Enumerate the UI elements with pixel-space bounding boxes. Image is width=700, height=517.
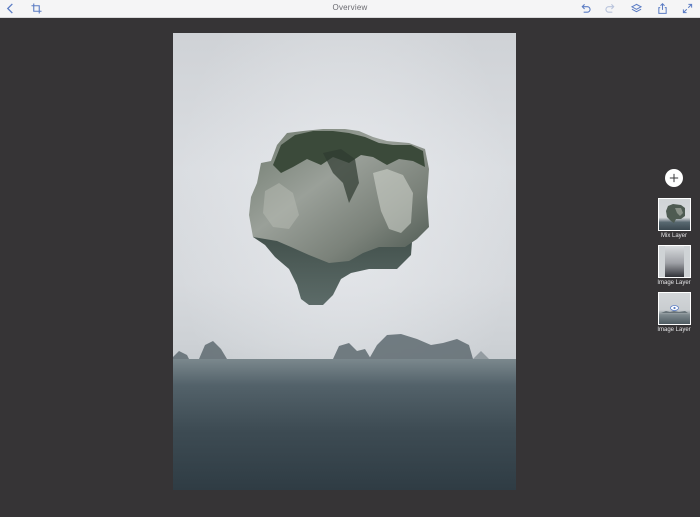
layer-thumbnail-image	[657, 292, 691, 325]
artwork-canvas[interactable]	[173, 33, 516, 490]
layer-item-image-2[interactable]: Image Layer	[654, 292, 694, 333]
layer-label: Image Layer	[657, 327, 691, 333]
expand-icon[interactable]	[681, 2, 694, 15]
layer-thumbnail-mix	[657, 198, 691, 231]
scene-illustration	[173, 129, 489, 359]
layer-label: Mix Layer	[660, 233, 687, 239]
layer-item-mix[interactable]: Mix Layer	[654, 198, 694, 239]
distant-islands	[173, 334, 489, 359]
layer-label: Image Layer	[657, 280, 691, 286]
undo-icon[interactable]	[579, 2, 592, 15]
layer-item-image-1[interactable]: Image Layer	[654, 245, 694, 286]
layer-thumbnail-gradient	[657, 245, 691, 278]
page-title: Overview	[332, 3, 368, 12]
top-toolbar: Overview	[0, 0, 700, 18]
plus-icon	[669, 173, 679, 183]
add-layer-button[interactable]	[665, 169, 683, 187]
layers-icon[interactable]	[630, 2, 643, 15]
redo-icon[interactable]	[604, 2, 617, 15]
share-icon[interactable]	[656, 2, 669, 15]
